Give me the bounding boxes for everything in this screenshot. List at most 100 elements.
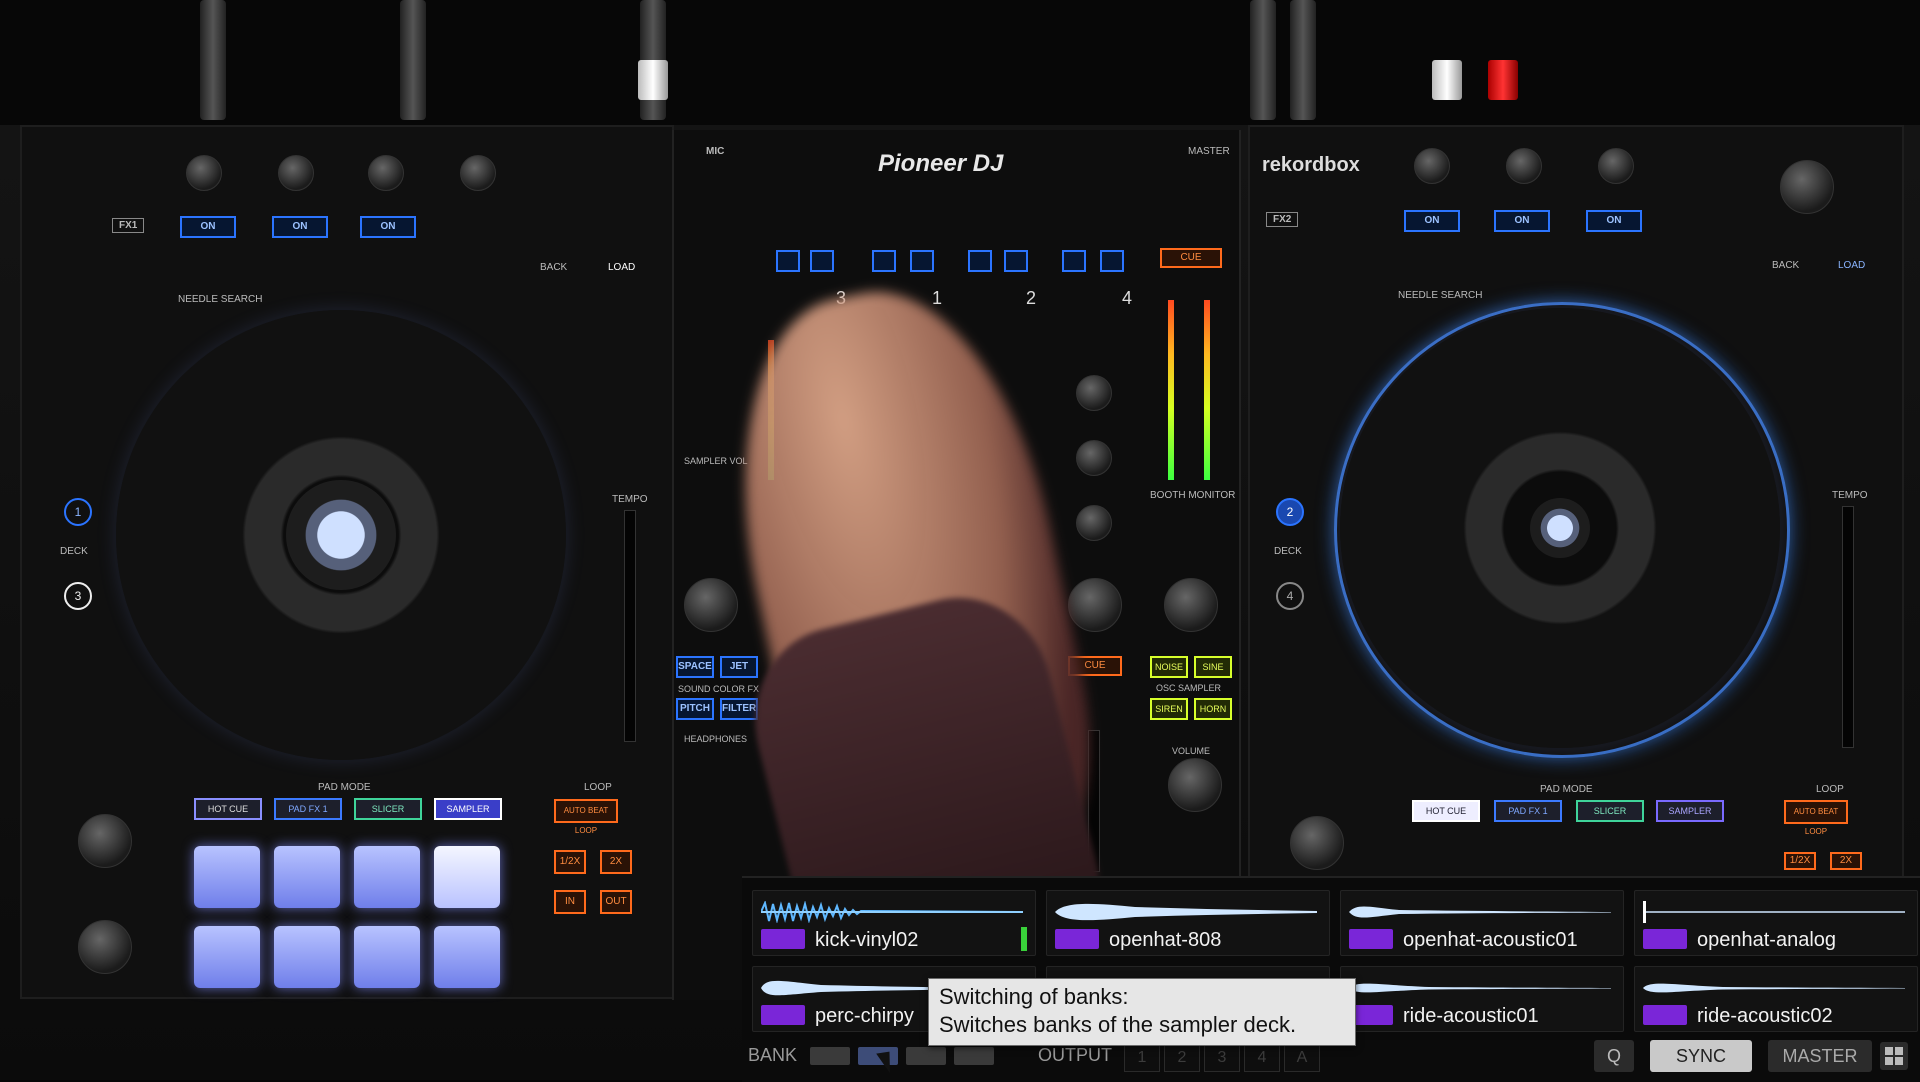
fx2-knob-2[interactable] — [1506, 148, 1542, 184]
right-tempo-slider[interactable] — [1842, 506, 1854, 748]
jet-button[interactable]: JET — [720, 656, 758, 678]
sampler-button-right[interactable]: SAMPLER — [1656, 800, 1724, 822]
ch3-color-knob[interactable] — [684, 578, 738, 632]
sampler-slot-1[interactable]: kick-vinyl02 — [752, 890, 1036, 956]
hot-cue-button-right[interactable]: HOT CUE — [1412, 800, 1480, 822]
ch3-fx1[interactable] — [776, 250, 800, 272]
hot-cue-button-left[interactable]: HOT CUE — [194, 798, 262, 820]
sampler-slot-7[interactable]: ride-acoustic01 — [1340, 966, 1624, 1032]
sound-color-fx-label: SOUND COLOR FX — [678, 684, 760, 694]
sine-button[interactable]: SINE — [1194, 656, 1232, 678]
output-button-3[interactable]: 3 — [1204, 1044, 1240, 1072]
fx1-on-button-1[interactable]: ON — [180, 216, 236, 238]
half-loop-left[interactable]: 1/2X — [554, 850, 586, 874]
ch4-fx2[interactable] — [1100, 250, 1124, 272]
performance-pad-3[interactable] — [354, 846, 420, 908]
deck-4-button[interactable]: 4 — [1276, 582, 1304, 610]
output-button-4[interactable]: 4 — [1244, 1044, 1280, 1072]
performance-pad-6[interactable] — [274, 926, 340, 988]
master-cue-button[interactable]: CUE — [1160, 248, 1222, 268]
siren-button[interactable]: SIREN — [1150, 698, 1188, 720]
half-loop-right[interactable]: 1/2X — [1784, 852, 1816, 870]
master-label: MASTER — [1188, 146, 1230, 157]
fx1-on-button-3[interactable]: ON — [360, 216, 416, 238]
output-button-2[interactable]: 2 — [1164, 1044, 1200, 1072]
double-loop-left[interactable]: 2X — [600, 850, 632, 874]
auto-beat-loop-left[interactable]: AUTO BEAT LOOP — [554, 799, 618, 835]
grid-view-icon[interactable] — [1880, 1042, 1908, 1070]
waveform — [1643, 983, 1905, 993]
ch4-low-knob[interactable] — [1076, 505, 1112, 541]
play-pause-button-left[interactable] — [78, 920, 132, 974]
slicer-button-right[interactable]: SLICER — [1576, 800, 1644, 822]
double-loop-right[interactable]: 2X — [1830, 852, 1862, 870]
left-tempo-slider[interactable] — [624, 510, 636, 742]
fx-knob-2[interactable] — [278, 155, 314, 191]
performance-pad-4[interactable] — [434, 846, 500, 908]
sampler-slot-8[interactable]: ride-acoustic02 — [1634, 966, 1918, 1032]
deck-3-button[interactable]: 3 — [64, 582, 92, 610]
fx2-on-button-2[interactable]: ON — [1494, 210, 1550, 232]
fx2-knob-1[interactable] — [1414, 148, 1450, 184]
back-button-right[interactable]: BACK — [1772, 260, 1799, 271]
sampler-button-left[interactable]: SAMPLER — [434, 798, 502, 820]
loop-out-left[interactable]: OUT — [600, 890, 632, 914]
pad-fx-button-left[interactable]: PAD FX 1 — [274, 798, 342, 820]
performance-pad-8[interactable] — [434, 926, 500, 988]
ch4-fx1[interactable] — [1062, 250, 1086, 272]
quantize-button[interactable]: Q — [1594, 1040, 1634, 1072]
ch4-hi-knob[interactable] — [1076, 375, 1112, 411]
load-button[interactable]: LOAD — [608, 262, 635, 273]
performance-pad-5[interactable] — [194, 926, 260, 988]
booth-monitor-knob[interactable] — [1164, 578, 1218, 632]
loop-label-left: LOOP — [584, 782, 612, 793]
ch1-fx1[interactable] — [872, 250, 896, 272]
auto-beat-loop-right[interactable]: AUTO BEAT LOOP — [1784, 800, 1848, 836]
deck-1-button[interactable]: 1 — [64, 498, 92, 526]
output-button-a[interactable]: A — [1284, 1044, 1320, 1072]
performance-pad-1[interactable] — [194, 846, 260, 908]
fx-beat-knob[interactable] — [460, 155, 496, 191]
slicer-button-left[interactable]: SLICER — [354, 798, 422, 820]
osc-volume-knob[interactable] — [1168, 758, 1222, 812]
deck-2-button[interactable]: 2 — [1276, 498, 1304, 526]
fx1-on-button-2[interactable]: ON — [272, 216, 328, 238]
filter-button[interactable]: FILTER — [720, 698, 758, 720]
fx2-knob-3[interactable] — [1598, 148, 1634, 184]
bank-button-1[interactable] — [810, 1047, 850, 1065]
sampler-slot-2[interactable]: openhat-808 — [1046, 890, 1330, 956]
space-button[interactable]: SPACE — [676, 656, 714, 678]
noise-button[interactable]: NOISE — [1150, 656, 1188, 678]
ch4-color-knob[interactable] — [1068, 578, 1122, 632]
master-button[interactable]: MASTER — [1768, 1040, 1872, 1072]
load-button-right[interactable]: LOAD — [1838, 260, 1865, 271]
fx2-beat-knob[interactable] — [1780, 160, 1834, 214]
deck-button-left[interactable]: DECK — [60, 546, 88, 557]
ch1-fx2[interactable] — [910, 250, 934, 272]
back-button[interactable]: BACK — [540, 262, 567, 273]
ch4-mid-knob[interactable] — [1076, 440, 1112, 476]
performance-pad-2[interactable] — [274, 846, 340, 908]
pad-fx-button-right[interactable]: PAD FX 1 — [1494, 800, 1562, 822]
ch2-fx2[interactable] — [1004, 250, 1028, 272]
bank-button-4[interactable] — [954, 1047, 994, 1065]
deck-button-right[interactable]: DECK — [1274, 546, 1302, 557]
horn-button[interactable]: HORN — [1194, 698, 1232, 720]
bank-button-3[interactable] — [906, 1047, 946, 1065]
ch3-fx2[interactable] — [810, 250, 834, 272]
fx-knob-1[interactable] — [186, 155, 222, 191]
fx2-on-button-1[interactable]: ON — [1404, 210, 1460, 232]
performance-pad-7[interactable] — [354, 926, 420, 988]
fx-knob-3[interactable] — [368, 155, 404, 191]
ch2-fx1[interactable] — [968, 250, 992, 272]
fx2-on-button-3[interactable]: ON — [1586, 210, 1642, 232]
pitch-button[interactable]: PITCH — [676, 698, 714, 720]
sampler-slot-4[interactable]: openhat-analog — [1634, 890, 1918, 956]
sampler-slot-3[interactable]: openhat-acoustic01 — [1340, 890, 1624, 956]
cue-button-left[interactable] — [78, 814, 132, 868]
loop-in-left[interactable]: IN — [554, 890, 586, 914]
sync-button[interactable]: SYNC — [1650, 1040, 1752, 1072]
cue-button-right[interactable] — [1290, 816, 1344, 870]
output-button-1[interactable]: 1 — [1124, 1044, 1160, 1072]
waveform — [761, 901, 1023, 923]
